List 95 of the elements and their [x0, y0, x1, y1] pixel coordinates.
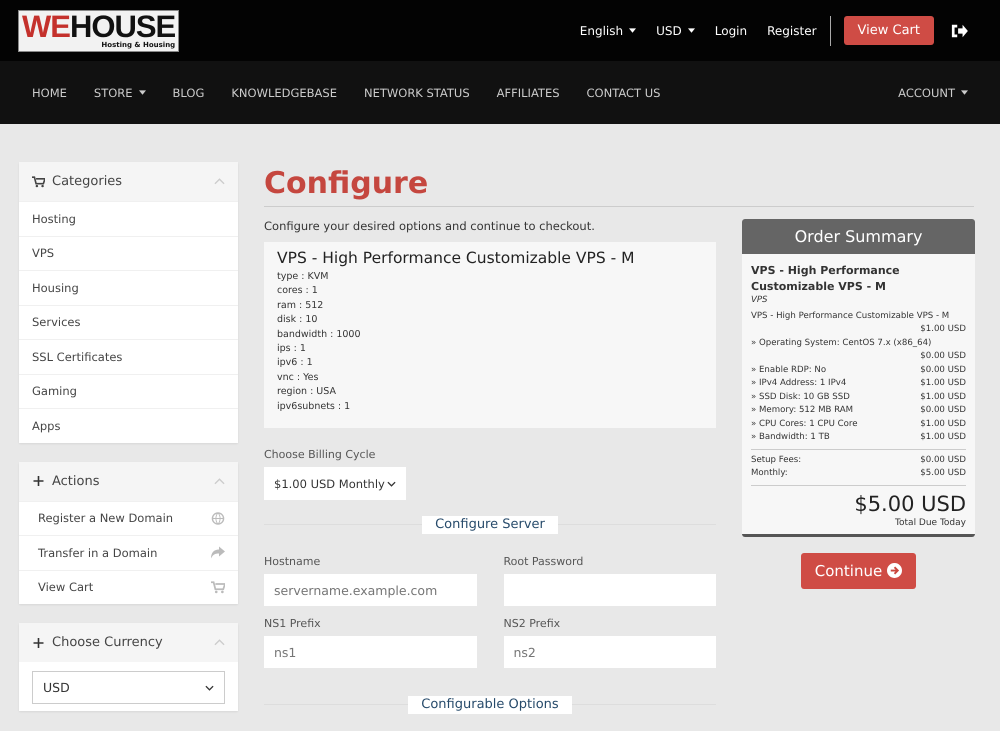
price: $0.00 USD	[920, 350, 966, 363]
caret-icon	[688, 28, 695, 33]
nav-link[interactable]: KNOWLEDGEBASE	[231, 86, 337, 100]
nav-link[interactable]: HOME	[32, 86, 67, 100]
summary-product: VPS - High Performance Customizable VPS - M	[751, 263, 901, 295]
sidebar-item[interactable]: Housing	[19, 270, 238, 304]
sidebar-item[interactable]: Hosting	[19, 201, 238, 236]
sidebar-item[interactable]: Services	[19, 304, 238, 339]
continue-button[interactable]: Continue	[800, 552, 916, 588]
field-label: NS1 Prefix	[264, 617, 322, 630]
product-spec: type : KVM	[277, 270, 330, 284]
collapse-icon[interactable]	[214, 478, 225, 484]
field-label: Root Password	[504, 555, 584, 568]
product-spec: ips : 1	[277, 342, 307, 356]
option-label: » CPU Cores: 1 CPU Core	[751, 418, 858, 430]
nav-link[interactable]: CONTACT US	[586, 86, 660, 100]
page-title: Configure	[264, 166, 974, 207]
price: $5.00 USD	[920, 467, 966, 480]
collapse-icon[interactable]	[214, 639, 225, 646]
view-cart-button[interactable]: View Cart	[844, 16, 934, 45]
fee-label: Monthly:	[751, 467, 788, 480]
product-spec: ipv6 : 1	[277, 356, 314, 370]
caret-icon	[629, 28, 636, 33]
currency-select[interactable]: USD	[32, 671, 225, 704]
price: $1.00 USD	[920, 418, 966, 430]
panel-title: Actions	[52, 474, 100, 488]
fee-label: Setup Fees:	[751, 454, 802, 466]
price: $0.00 USD	[920, 404, 966, 417]
total-amount: $5.00 USD	[853, 492, 966, 516]
chevron-icon	[205, 684, 214, 690]
globe-icon	[211, 512, 225, 525]
sidebar-item[interactable]: SSL Certificates	[19, 339, 238, 374]
intro-text: Configure your desired options and continue to checkout.	[264, 219, 596, 233]
nav-link[interactable]: BLOG	[172, 86, 204, 100]
top-link[interactable]: USD	[656, 24, 695, 38]
total-label: Total Due Today	[894, 518, 966, 528]
price: $1.00 USD	[919, 323, 966, 336]
price: $0.00 USD	[920, 364, 966, 376]
sidebar-item[interactable]: VPS	[19, 236, 238, 270]
panel-title: Categories	[52, 174, 124, 189]
product-spec: bandwidth : 1000	[277, 328, 362, 342]
cart-icon	[32, 176, 45, 188]
billing-cycle-select[interactable]: $1.00 USD Monthly	[264, 467, 406, 500]
arrow-icon	[887, 563, 902, 578]
summary-line: VPS - High Performance Customizable VPS - M	[751, 310, 950, 323]
nav-link[interactable]: AFFILIATES	[496, 86, 560, 100]
option-label: » Bandwidth: 1 TB	[751, 431, 830, 444]
field-label: Choose Billing Cycle	[264, 448, 376, 462]
plus-icon	[32, 636, 45, 648]
caret-icon	[138, 90, 146, 95]
summary-title: Order Summary	[742, 219, 975, 254]
field-label: Hostname	[264, 555, 322, 568]
product-spec: region : USA	[277, 385, 337, 400]
product-spec: ram : 512	[277, 298, 324, 313]
section-heading: Configure Server	[422, 516, 558, 534]
option-label: » Operating System: CentOS 7.x (x86_64)	[751, 336, 932, 350]
input-field[interactable]: ns2	[504, 636, 716, 668]
caret-icon	[961, 90, 968, 95]
sidebar-item[interactable]: Apps	[19, 408, 238, 442]
account-menu[interactable]: ACCOUNT	[898, 86, 968, 100]
top-link[interactable]: Login	[714, 24, 748, 38]
field-label: NS2 Prefix	[504, 617, 562, 630]
top-link[interactable]: English	[580, 24, 636, 38]
cart-icon	[211, 580, 225, 594]
option-label: » Memory: 512 MB RAM	[751, 404, 854, 417]
product-spec: disk : 10	[277, 313, 318, 328]
product-spec: ipv6subnets : 1	[277, 400, 352, 414]
summary-group: VPS	[751, 295, 966, 305]
sidebar-item[interactable]: Register a New Domain	[19, 500, 238, 535]
nav-link[interactable]: NETWORK STATUS	[364, 86, 470, 100]
price: $0.00 USD	[920, 454, 966, 466]
logo-text: WE	[22, 8, 70, 44]
sidebar-item[interactable]: Gaming	[19, 374, 238, 408]
chevron-icon	[387, 480, 396, 487]
nav-link[interactable]: STORE	[94, 86, 146, 100]
price: $1.00 USD	[920, 390, 966, 404]
price: $1.00 USD	[920, 431, 966, 444]
option-label: » Enable RDP: No	[751, 364, 826, 376]
collapse-icon[interactable]	[214, 178, 225, 185]
option-label: » IPv4 Address: 1 IPv4	[751, 377, 846, 390]
sidebar-item[interactable]: Transfer in a Domain	[19, 535, 238, 570]
top-link[interactable]: Register	[767, 24, 817, 38]
panel-title: Choose Currency	[52, 635, 164, 650]
product-spec: vnc : Yes	[277, 370, 320, 385]
product-spec: cores : 1	[277, 284, 319, 298]
share-icon	[211, 546, 225, 560]
product-name: VPS - High Performance Customizable VPS - M	[277, 249, 636, 267]
sidebar-item[interactable]: View Cart	[19, 570, 238, 604]
logout-icon[interactable]	[950, 22, 968, 38]
option-label: » SSD Disk: 10 GB SSD	[751, 390, 850, 404]
plus-icon	[32, 475, 45, 487]
price: $1.00 USD	[920, 377, 966, 390]
section-heading: Configurable Options	[408, 696, 572, 714]
input-field[interactable]: servername.example.com	[264, 574, 476, 606]
input-field[interactable]: ns1	[264, 636, 476, 668]
